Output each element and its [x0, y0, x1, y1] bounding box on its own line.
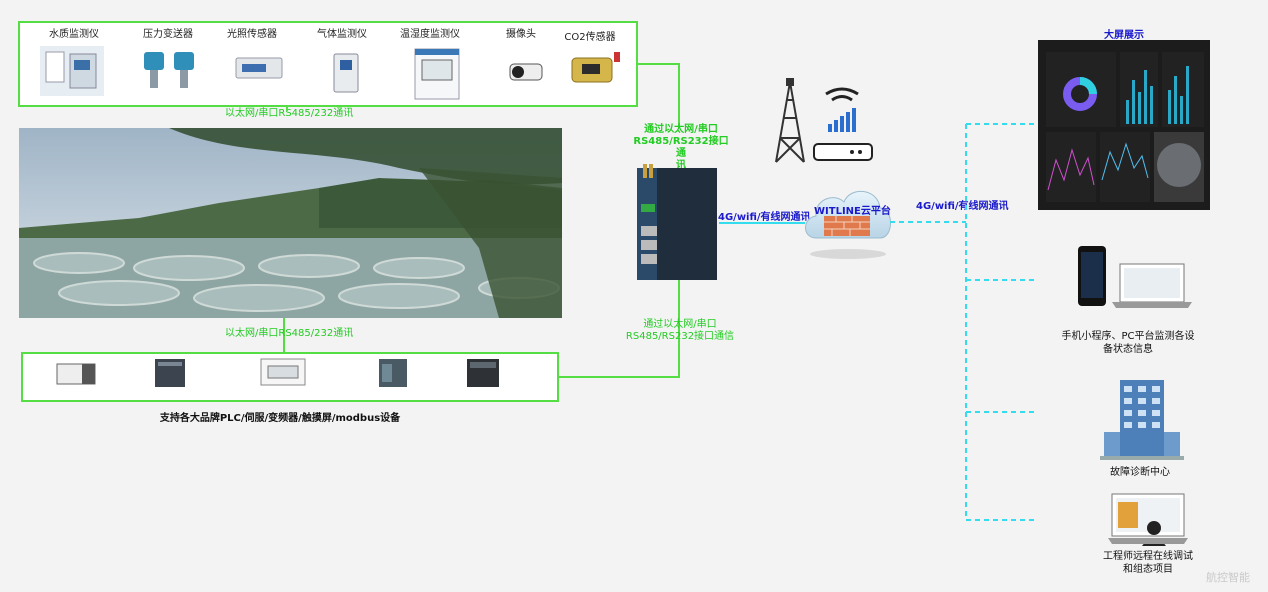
mobile-pc-icon — [1078, 246, 1192, 308]
cloud-platform-icon — [805, 190, 891, 259]
plc-device-1-icon — [56, 363, 96, 385]
water-quality-monitor-icon — [40, 46, 104, 96]
wifi-router-icon — [813, 87, 873, 161]
iot-gateway-icon — [637, 164, 717, 280]
plc-caption: 支持各大品牌PLC/伺服/变频器/触摸屏/modbus设备 — [159, 413, 401, 424]
conn-top-v — [678, 63, 680, 128]
gas-monitor-icon — [333, 53, 359, 93]
engineer-label-text: 工程师远程在线调试 和组态项目 — [1103, 551, 1193, 575]
cloud-label: WITLINE云平台 — [814, 206, 891, 217]
camera-icon — [509, 63, 543, 81]
mobile-pc-label: 手机小程序、PC平台监测各设 备状态信息 — [1058, 330, 1198, 356]
pressure-transmitter-icon — [144, 52, 194, 88]
top-link-label: 以太网/串口RS485/232通讯 — [225, 108, 354, 119]
sensor-label-pressure: 压力变送器 — [143, 29, 193, 40]
watermark: 航控智能 — [1206, 571, 1250, 584]
co2-sensor-icon — [571, 52, 620, 83]
light-sensor-icon — [235, 57, 283, 79]
client-connection-lines — [890, 123, 1036, 521]
sensor-label-camera: 摄像头 — [506, 29, 536, 40]
sensor-label-water: 水质监测仪 — [49, 29, 99, 40]
conn-top-h — [637, 63, 679, 65]
sensor-label-co2: CO2传感器 — [564, 32, 616, 43]
bottom-link-label: 以太网/串口RS485/232通讯 — [225, 328, 354, 339]
sensor-label-temp: 温湿度监测仪 — [400, 29, 460, 40]
engineer-laptop-icon — [1108, 493, 1188, 546]
dashboard-screen-icon — [1038, 40, 1210, 210]
fault-center-building-icon — [1100, 380, 1184, 460]
plc-device-5-icon — [467, 359, 499, 387]
sensor-label-light: 光照传感器 — [227, 29, 277, 40]
fault-center-label: 故障诊断中心 — [1110, 467, 1170, 478]
temp-humidity-monitor-icon — [414, 48, 460, 100]
gateway-cloud-label: 4G/wifi/有线网通讯 — [718, 212, 811, 223]
plc-device-4-icon — [379, 359, 407, 387]
plc-device-3-icon — [260, 358, 306, 386]
aquaculture-farm-photo — [19, 128, 562, 318]
screen-title: 大屏展示 — [1104, 30, 1144, 41]
engineer-label: 工程师远程在线调试 和组态项目 — [1086, 550, 1210, 576]
conn-bot-h — [559, 376, 680, 378]
top-link-line — [286, 107, 288, 111]
plc-device-2-icon — [155, 359, 185, 387]
gateway-bottom-label: 通过以太网/串口 RS485/RS232接口通信 — [624, 319, 736, 343]
gateway-bottom-label-text: 通过以太网/串口 RS485/RS232接口通信 — [625, 319, 735, 342]
cell-tower-icon — [775, 78, 805, 163]
sensor-label-gas: 气体监测仪 — [317, 29, 367, 40]
mobile-pc-label-text: 手机小程序、PC平台监测各设 备状态信息 — [1061, 331, 1195, 355]
